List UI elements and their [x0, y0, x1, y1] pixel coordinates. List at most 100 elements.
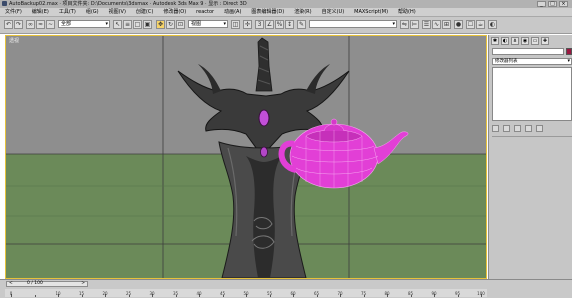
render-scene-icon[interactable]: ☐: [466, 20, 475, 29]
track-bar-ruler[interactable]: 0 10 15 20 25 30 35 40 45 50 55 60 65 70 75 80 85 90 95 100: [5, 289, 487, 297]
app-icon: [2, 1, 7, 6]
select-rotate-icon[interactable]: ↻: [166, 20, 175, 29]
object-name-field[interactable]: [492, 48, 564, 55]
title-bar: AutoBackup02.max · 项目文件夹: D:\Documents\3…: [0, 0, 572, 8]
snaps-toggle-icon[interactable]: 3: [255, 20, 264, 29]
select-manipulate-icon[interactable]: ✢: [243, 20, 252, 29]
selection-filter-dropdown[interactable]: 全部 ▾: [58, 20, 110, 28]
time-slider-label: 0 / 100: [27, 281, 43, 286]
panel-divider: [492, 136, 572, 137]
utilities-tab-icon[interactable]: ✚: [541, 37, 549, 45]
hierarchy-tab-icon[interactable]: ⋔: [511, 37, 519, 45]
ruler-label: 30: [149, 291, 155, 296]
menu-graph-editors[interactable]: 图表编辑器(D): [246, 8, 289, 16]
ruler-label: 40: [196, 291, 202, 296]
chevron-down-icon: ▾: [223, 21, 226, 27]
create-tab-icon[interactable]: ✱: [491, 37, 499, 45]
close-button[interactable]: ×: [559, 1, 568, 7]
edit-named-selection-icon[interactable]: ✎: [297, 20, 306, 29]
menu-modifiers[interactable]: 修改器(O): [158, 8, 191, 16]
menu-edit[interactable]: 编辑(E): [27, 8, 54, 16]
menu-rendering[interactable]: 渲染(R): [289, 8, 316, 16]
link-icon[interactable]: ∞: [26, 20, 35, 29]
menu-reactor[interactable]: reactor: [191, 8, 219, 16]
ruler-label: 100: [477, 291, 485, 296]
ruler-label: 0: [9, 291, 13, 296]
spinner-snap-icon[interactable]: ↕: [285, 20, 294, 29]
menu-create[interactable]: 创建(C): [131, 8, 158, 16]
align-icon[interactable]: ⊨: [410, 20, 419, 29]
window-crossing-icon[interactable]: ▣: [143, 20, 152, 29]
select-object-icon[interactable]: ↖: [113, 20, 122, 29]
render-last-icon[interactable]: ◐: [488, 20, 497, 29]
chevron-down-icon: ▾: [567, 58, 570, 64]
select-move-icon[interactable]: ✥: [156, 20, 165, 29]
selection-region-icon[interactable]: □: [133, 20, 142, 29]
command-panel: ✱ ◐ ⋔ ◉ ▭ ✚ 修改器列表 ▾: [488, 35, 572, 279]
main-toolbar: ↶ ↷ ∞ ≈ ~ 全部 ▾ ↖ ≡ □ ▣ ✥ ↻ ⊡ 视图 ▾ ◫ ✢ 3 ∠ …: [0, 17, 572, 34]
percent-snap-icon[interactable]: %: [275, 20, 284, 29]
window-title: AutoBackup02.max · 项目文件夹: D:\Documents\3…: [9, 1, 247, 7]
ruler-label: 80: [384, 291, 390, 296]
make-unique-icon[interactable]: [514, 125, 521, 132]
motion-tab-icon[interactable]: ◉: [521, 37, 529, 45]
ruler-label: 75: [360, 291, 367, 296]
ruler-label: 90: [431, 291, 437, 296]
select-scale-icon[interactable]: ⊡: [176, 20, 185, 29]
mirror-icon[interactable]: ⇋: [400, 20, 409, 29]
menu-customize[interactable]: 自定义(U): [317, 8, 350, 16]
schematic-view-icon[interactable]: ⊞: [442, 20, 451, 29]
menu-maxscript[interactable]: MAXScript(M): [349, 8, 393, 16]
undo-icon[interactable]: ↶: [4, 20, 13, 29]
object-color-swatch[interactable]: [566, 48, 572, 55]
ruler-label: 95: [454, 291, 461, 296]
configure-modifier-sets-icon[interactable]: [536, 125, 543, 132]
menu-animation[interactable]: 动画(A): [219, 8, 246, 16]
sword-gem-lower: [260, 146, 268, 158]
chevron-down-icon: ▾: [392, 21, 395, 27]
unlink-icon[interactable]: ≈: [36, 20, 45, 29]
selection-filter-value: 全部: [61, 21, 72, 27]
minimize-button[interactable]: _: [537, 1, 546, 7]
ruler-label: 70: [337, 291, 343, 296]
prev-frame-icon[interactable]: <: [9, 281, 13, 286]
modifier-list-label: 修改器列表: [495, 59, 518, 64]
display-tab-icon[interactable]: ▭: [531, 37, 539, 45]
modifier-stack[interactable]: [492, 67, 572, 121]
window-controls: _ □ ×: [537, 1, 568, 7]
ruler-label: 85: [407, 291, 414, 296]
ruler-label: 65: [313, 291, 320, 296]
menu-file[interactable]: 文件(F): [0, 8, 27, 16]
maximize-button[interactable]: □: [548, 1, 557, 7]
ruler-label: 55: [266, 291, 273, 296]
menu-bar: 文件(F) 编辑(E) 工具(T) 组(G) 视图(V) 创建(C) 修改器(O…: [0, 8, 572, 17]
modifier-list-dropdown[interactable]: 修改器列表 ▾: [492, 58, 572, 65]
menu-help[interactable]: 帮助(H): [393, 8, 421, 16]
bind-space-warp-icon[interactable]: ~: [46, 20, 55, 29]
layer-manager-icon[interactable]: ☰: [422, 20, 431, 29]
quick-render-icon[interactable]: ☕: [476, 20, 485, 29]
curve-editor-icon[interactable]: ∿: [432, 20, 441, 29]
redo-icon[interactable]: ↷: [14, 20, 23, 29]
named-selection-sets-dropdown[interactable]: ▾: [309, 20, 397, 28]
remove-modifier-icon[interactable]: [525, 125, 532, 132]
show-end-result-icon[interactable]: [503, 125, 510, 132]
material-editor-icon[interactable]: ●: [454, 20, 463, 29]
ruler-label: 50: [243, 291, 249, 296]
viewport-scene: [6, 36, 486, 278]
angle-snap-icon[interactable]: ∠: [265, 20, 274, 29]
modify-tab-icon[interactable]: ◐: [501, 37, 509, 45]
menu-tools[interactable]: 工具(T): [54, 8, 81, 16]
time-slider[interactable]: < 0 / 100 >: [6, 281, 88, 287]
select-by-name-icon[interactable]: ≡: [123, 20, 132, 29]
reference-coordinate-dropdown[interactable]: 视图 ▾: [188, 20, 228, 28]
ruler-label: 60: [290, 291, 296, 296]
menu-group[interactable]: 组(G): [81, 8, 104, 16]
menu-views[interactable]: 视图(V): [104, 8, 131, 16]
next-frame-icon[interactable]: >: [81, 281, 85, 286]
ruler-label: 25: [125, 291, 132, 296]
perspective-viewport[interactable]: 透视: [5, 35, 487, 279]
pin-stack-icon[interactable]: [492, 125, 499, 132]
pivot-center-icon[interactable]: ◫: [231, 20, 240, 29]
chevron-down-icon: ▾: [105, 21, 108, 27]
